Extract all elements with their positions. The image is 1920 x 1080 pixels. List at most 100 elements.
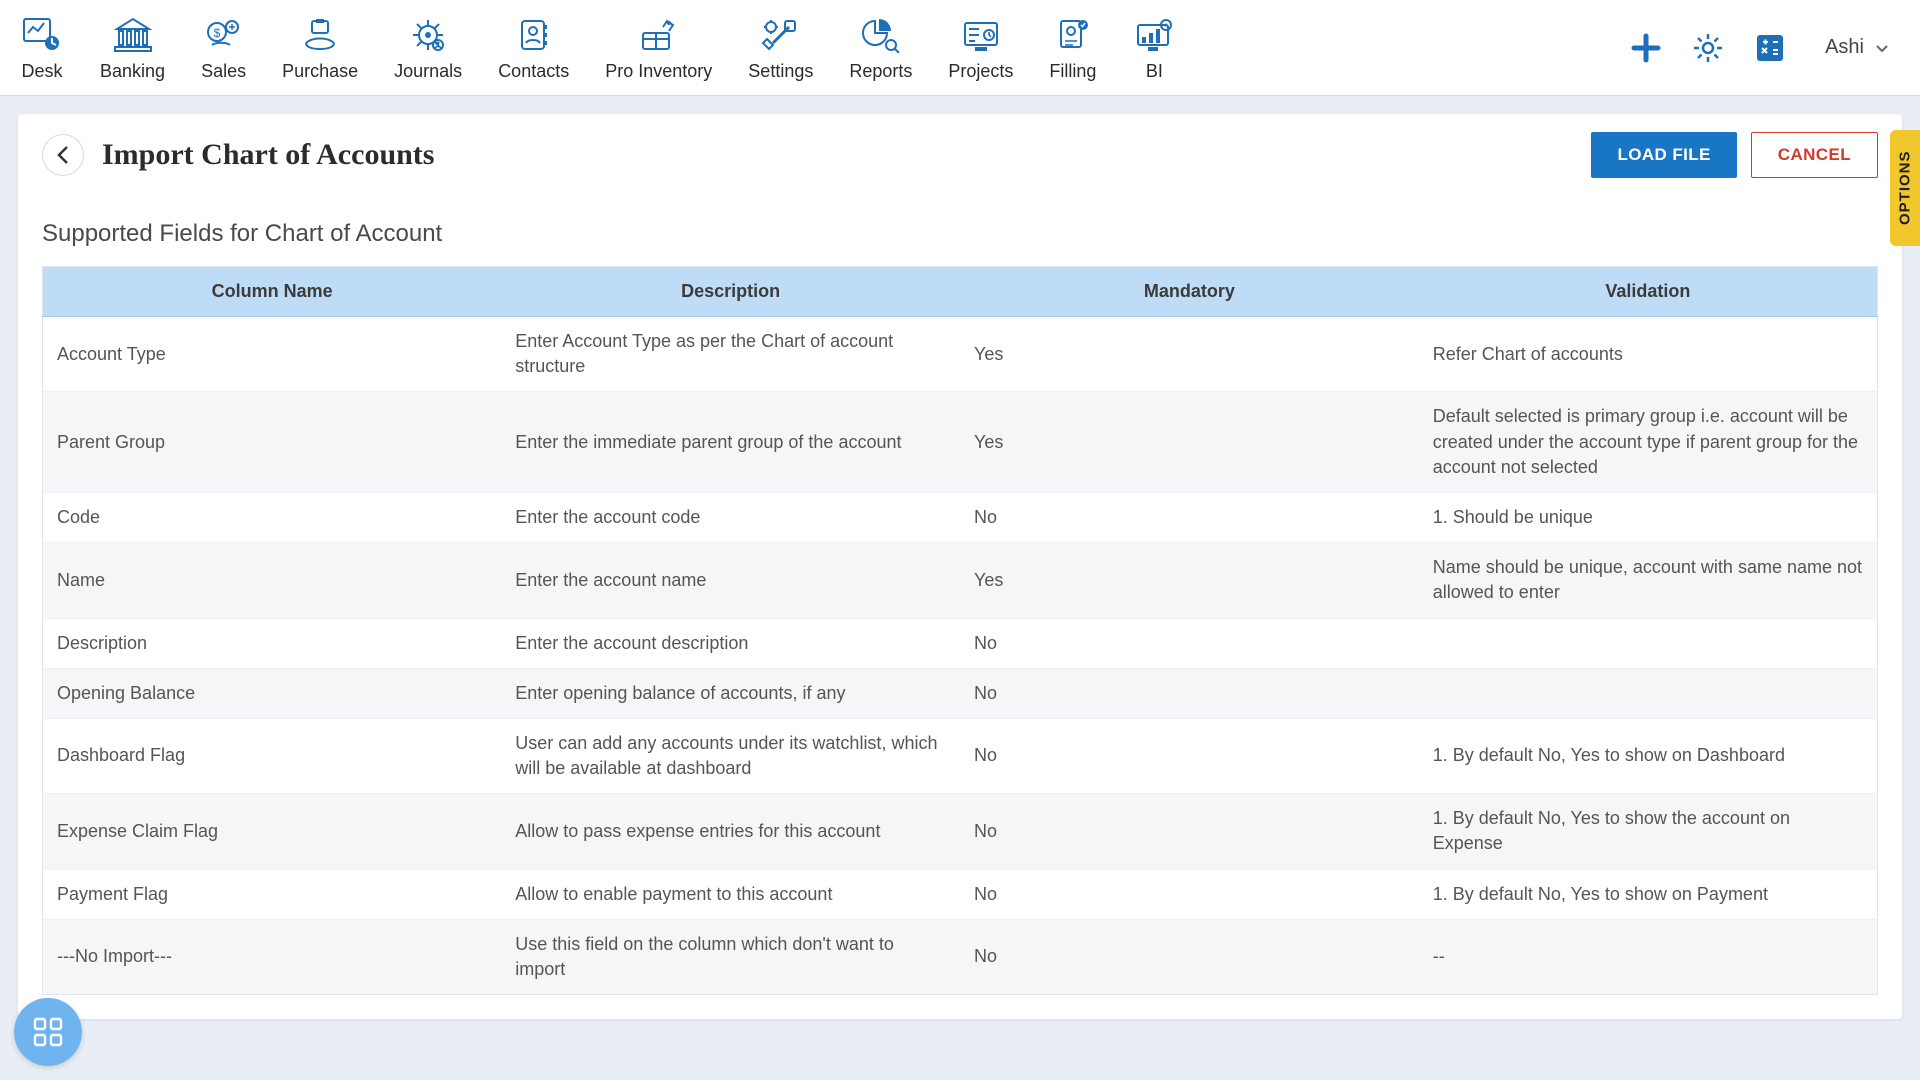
table-cell: Name bbox=[43, 543, 502, 618]
reports-icon bbox=[859, 13, 903, 57]
table-cell: 1. By default No, Yes to show on Dashboa… bbox=[1419, 718, 1878, 793]
table-cell: Enter opening balance of accounts, if an… bbox=[501, 668, 960, 718]
subheading: Supported Fields for Chart of Account bbox=[18, 190, 1902, 266]
table-row: Dashboard FlagUser can add any accounts … bbox=[43, 718, 1878, 793]
table-cell: Enter the account description bbox=[501, 618, 960, 668]
table-row: Expense Claim FlagAllow to pass expense … bbox=[43, 794, 1878, 869]
table-cell: Enter the account name bbox=[501, 543, 960, 618]
table-cell: Allow to pass expense entries for this a… bbox=[501, 794, 960, 869]
nav-label: Desk bbox=[21, 61, 62, 82]
nav-label: BI bbox=[1146, 61, 1163, 82]
user-name: Ashi bbox=[1825, 36, 1864, 59]
table-cell: Description bbox=[43, 618, 502, 668]
table-cell: ---No Import--- bbox=[43, 919, 502, 994]
contacts-icon bbox=[512, 13, 556, 57]
table-cell: Enter Account Type as per the Chart of a… bbox=[501, 317, 960, 392]
table-cell: No bbox=[960, 618, 1419, 668]
table-cell: Account Type bbox=[43, 317, 502, 392]
nav-label: Banking bbox=[100, 61, 165, 82]
th-mandatory: Mandatory bbox=[960, 267, 1419, 317]
purchase-icon bbox=[298, 13, 342, 57]
table-row: DescriptionEnter the account description… bbox=[43, 618, 1878, 668]
table-cell: Expense Claim Flag bbox=[43, 794, 502, 869]
grid-icon bbox=[31, 1015, 65, 1049]
nav-item-sales[interactable]: $ Sales bbox=[201, 13, 246, 82]
table-cell: Dashboard Flag bbox=[43, 718, 502, 793]
table-row: Parent GroupEnter the immediate parent g… bbox=[43, 392, 1878, 493]
table-cell: Refer Chart of accounts bbox=[1419, 317, 1878, 392]
nav-label: Settings bbox=[748, 61, 813, 82]
back-button[interactable] bbox=[42, 134, 84, 176]
nav-item-bi[interactable]: BI bbox=[1132, 13, 1176, 82]
table-cell: No bbox=[960, 869, 1419, 919]
projects-icon bbox=[959, 13, 1003, 57]
table-cell: Yes bbox=[960, 392, 1419, 493]
filling-icon bbox=[1051, 13, 1095, 57]
table-cell: Opening Balance bbox=[43, 668, 502, 718]
nav-item-banking[interactable]: Banking bbox=[100, 13, 165, 82]
table-row: ---No Import---Use this field on the col… bbox=[43, 919, 1878, 994]
nav-item-desk[interactable]: Desk bbox=[20, 13, 64, 82]
import-card: Import Chart of Accounts LOAD FILE CANCE… bbox=[18, 114, 1902, 1019]
th-validation: Validation bbox=[1419, 267, 1878, 317]
table-cell bbox=[1419, 618, 1878, 668]
add-icon[interactable] bbox=[1629, 31, 1663, 65]
nav-label: Reports bbox=[849, 61, 912, 82]
load-file-button[interactable]: LOAD FILE bbox=[1591, 132, 1736, 178]
nav-label: Projects bbox=[948, 61, 1013, 82]
cancel-button[interactable]: CANCEL bbox=[1751, 132, 1878, 178]
table-cell: Parent Group bbox=[43, 392, 502, 493]
nav-item-purchase[interactable]: Purchase bbox=[282, 13, 358, 82]
table-row: CodeEnter the account codeNo1. Should be… bbox=[43, 492, 1878, 542]
page-title: Import Chart of Accounts bbox=[102, 138, 434, 172]
nav-item-settings[interactable]: Settings bbox=[748, 13, 813, 82]
table-cell: Code bbox=[43, 492, 502, 542]
supported-fields-table: Column Name Description Mandatory Valida… bbox=[42, 266, 1878, 995]
nav-item-pro-inventory[interactable]: Pro Inventory bbox=[605, 13, 712, 82]
table-cell: Default selected is primary group i.e. a… bbox=[1419, 392, 1878, 493]
nav-label: Contacts bbox=[498, 61, 569, 82]
nav-item-reports[interactable]: Reports bbox=[849, 13, 912, 82]
nav-item-contacts[interactable]: Contacts bbox=[498, 13, 569, 82]
table-cell: No bbox=[960, 919, 1419, 994]
calculator-icon[interactable] bbox=[1753, 31, 1787, 65]
table-row: Opening BalanceEnter opening balance of … bbox=[43, 668, 1878, 718]
nav-label: Sales bbox=[201, 61, 246, 82]
apps-fab[interactable] bbox=[14, 998, 82, 1066]
table-cell: No bbox=[960, 668, 1419, 718]
table-row: Payment FlagAllow to enable payment to t… bbox=[43, 869, 1878, 919]
bi-icon bbox=[1132, 13, 1176, 57]
table-cell: Name should be unique, account with same… bbox=[1419, 543, 1878, 618]
gear-icon[interactable] bbox=[1691, 31, 1725, 65]
table-cell: Use this field on the column which don't… bbox=[501, 919, 960, 994]
chevron-down-icon bbox=[1874, 40, 1890, 56]
nav-label: Journals bbox=[394, 61, 462, 82]
table-cell: Enter the account code bbox=[501, 492, 960, 542]
table-cell: No bbox=[960, 794, 1419, 869]
table-cell: 1. By default No, Yes to show on Payment bbox=[1419, 869, 1878, 919]
chevron-left-icon bbox=[56, 145, 70, 165]
nav-label: Filling bbox=[1049, 61, 1096, 82]
table-cell: -- bbox=[1419, 919, 1878, 994]
table-cell: 1. By default No, Yes to show the accoun… bbox=[1419, 794, 1878, 869]
nav-item-filling[interactable]: Filling bbox=[1049, 13, 1096, 82]
sales-icon: $ bbox=[202, 13, 246, 57]
desk-icon bbox=[20, 13, 64, 57]
th-column-name: Column Name bbox=[43, 267, 502, 317]
th-description: Description bbox=[501, 267, 960, 317]
table-cell: 1. Should be unique bbox=[1419, 492, 1878, 542]
nav-item-journals[interactable]: Journals bbox=[394, 13, 462, 82]
nav-items: Desk Banking $ Sales Purchase Journals bbox=[20, 13, 1176, 82]
user-menu[interactable]: Ashi bbox=[1815, 36, 1900, 59]
top-navigation: Desk Banking $ Sales Purchase Journals bbox=[0, 0, 1920, 96]
table-cell: Enter the immediate parent group of the … bbox=[501, 392, 960, 493]
nav-label: Pro Inventory bbox=[605, 61, 712, 82]
table-cell: Payment Flag bbox=[43, 869, 502, 919]
table-row: NameEnter the account nameYesName should… bbox=[43, 543, 1878, 618]
options-tab[interactable]: OPTIONS bbox=[1890, 130, 1920, 246]
nav-item-projects[interactable]: Projects bbox=[948, 13, 1013, 82]
table-cell: Yes bbox=[960, 543, 1419, 618]
journals-icon bbox=[406, 13, 450, 57]
table-cell: No bbox=[960, 718, 1419, 793]
settings-icon bbox=[759, 13, 803, 57]
